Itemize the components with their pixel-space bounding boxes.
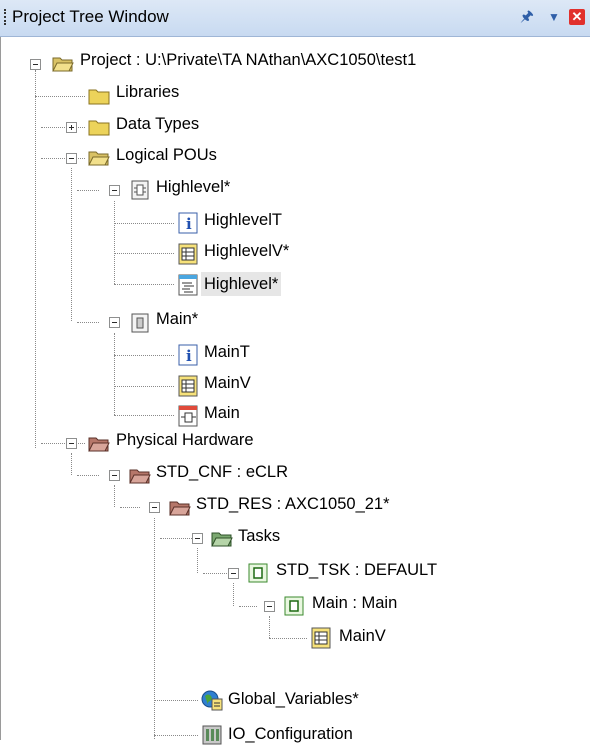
collapse-icon[interactable] xyxy=(192,533,203,544)
collapse-icon[interactable] xyxy=(228,568,239,579)
open-folder-icon xyxy=(88,151,110,166)
st-code-worksheet-icon xyxy=(178,274,198,296)
global-variables-icon xyxy=(201,690,223,711)
tree-item-main-instance[interactable]: Main : Main xyxy=(309,591,400,615)
collapse-icon[interactable] xyxy=(109,470,120,481)
folder-icon xyxy=(88,89,110,105)
tree-item-main-instance-v[interactable]: MainV xyxy=(336,624,389,648)
tree-item-highlevel-t[interactable]: HighlevelT xyxy=(201,208,285,232)
tree-item-std-tsk[interactable]: STD_TSK : DEFAULT xyxy=(273,558,440,582)
collapse-icon[interactable] xyxy=(109,185,120,196)
info-worksheet-icon: i xyxy=(178,344,198,366)
svg-text:i: i xyxy=(186,215,192,233)
fbd-code-worksheet-icon xyxy=(178,405,198,427)
folder-icon xyxy=(88,120,110,136)
tree-item-std-cnf[interactable]: STD_CNF : eCLR xyxy=(153,460,291,484)
tree-item-project[interactable]: Project : U:\Private\TA NAthan\AXC1050\t… xyxy=(77,48,419,72)
expand-icon[interactable] xyxy=(66,122,77,133)
project-tree: Project : U:\Private\TA NAthan\AXC1050\t… xyxy=(0,37,590,745)
hardware-folder-icon xyxy=(88,437,110,452)
tree-item-highlevel-code[interactable]: Highlevel* xyxy=(201,272,282,296)
variables-worksheet-icon xyxy=(178,243,198,265)
collapse-icon[interactable] xyxy=(264,601,275,612)
tree-item-main-code[interactable]: Main xyxy=(201,401,243,425)
tree-item-highlevel[interactable]: Highlevel* xyxy=(153,175,233,199)
variables-worksheet-icon xyxy=(311,627,331,649)
configuration-folder-icon xyxy=(129,469,151,484)
tree-item-std-res[interactable]: STD_RES : AXC1050_21* xyxy=(193,492,393,516)
open-folder-icon xyxy=(52,57,74,72)
resource-folder-icon xyxy=(169,501,191,516)
collapse-icon[interactable] xyxy=(66,438,77,449)
task-icon xyxy=(248,563,268,583)
collapse-icon[interactable] xyxy=(109,317,120,328)
collapse-icon[interactable] xyxy=(149,502,160,513)
tree-item-global-variables[interactable]: Global_Variables* xyxy=(225,687,362,711)
tree-item-logical-pous[interactable]: Logical POUs xyxy=(113,143,220,167)
dropdown-arrow-icon[interactable]: ▼ xyxy=(545,8,563,26)
variables-worksheet-icon xyxy=(178,375,198,397)
tree-item-libraries[interactable]: Libraries xyxy=(113,80,182,104)
tree-item-main-t[interactable]: MainT xyxy=(201,340,253,364)
tree-item-highlevel-v[interactable]: HighlevelV* xyxy=(201,239,292,263)
tree-item-main-v[interactable]: MainV xyxy=(201,371,254,395)
tree-item-tasks[interactable]: Tasks xyxy=(235,524,283,548)
svg-text:i: i xyxy=(186,347,192,365)
grip-icon[interactable] xyxy=(4,9,9,25)
function-block-icon xyxy=(131,180,149,200)
tasks-folder-icon xyxy=(211,532,233,547)
tree-item-physical-hardware[interactable]: Physical Hardware xyxy=(113,428,257,452)
program-instance-icon xyxy=(284,596,304,616)
io-configuration-icon xyxy=(202,725,222,745)
tree-item-io-configuration[interactable]: IO_Configuration xyxy=(225,722,356,746)
program-icon xyxy=(131,313,149,333)
title-bar: Project Tree Window 🖈 ▼ ✕ xyxy=(0,0,590,37)
collapse-icon[interactable] xyxy=(66,153,77,164)
tree-item-data-types[interactable]: Data Types xyxy=(113,112,202,136)
pin-icon[interactable]: 🖈 xyxy=(518,8,536,26)
close-icon[interactable]: ✕ xyxy=(569,9,585,25)
tree-item-main[interactable]: Main* xyxy=(153,307,201,331)
window-title: Project Tree Window xyxy=(12,7,169,26)
collapse-icon[interactable] xyxy=(30,59,41,70)
info-worksheet-icon: i xyxy=(178,212,198,234)
